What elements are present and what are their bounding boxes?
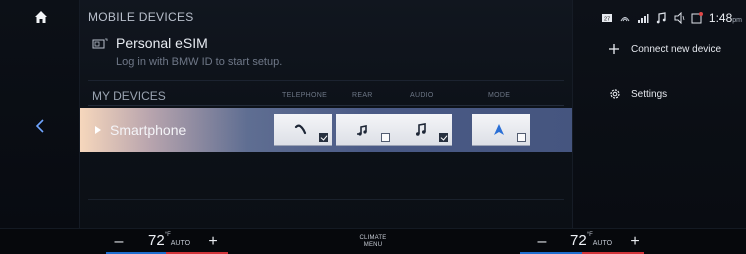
column-header-telephone: TELEPHONE (282, 92, 328, 99)
status-bar: 27 1:48pm (601, 10, 742, 26)
column-header-audio: AUDIO (410, 92, 434, 99)
speaker-icon (674, 12, 685, 24)
climate-bar: – 72°FAUTO + CLIMATE MENU – 72°FAUTO + (0, 228, 746, 254)
left-rail (0, 0, 80, 228)
divider (88, 105, 564, 106)
rear-toggle-button[interactable] (336, 114, 394, 146)
divider (88, 199, 564, 200)
music-note-icon (656, 12, 666, 24)
rear-audio-icon (357, 125, 367, 136)
right-temp-increase-button[interactable]: + (628, 233, 642, 251)
connect-new-device-label: Connect new device (631, 44, 722, 55)
left-temp-display[interactable]: 72°FAUTO (148, 232, 190, 249)
notification-icon[interactable] (691, 12, 703, 24)
mobile-devices-panel: MOBILE DEVICES Personal eSIM Log in with… (80, 0, 572, 228)
page-title: MOBILE DEVICES (88, 10, 194, 24)
divider (88, 80, 564, 81)
music-note-icon (416, 123, 426, 136)
plus-icon (609, 44, 619, 54)
home-icon[interactable] (34, 10, 48, 24)
messages-icon[interactable]: 27 (601, 12, 613, 24)
mode-checkbox[interactable] (517, 133, 526, 142)
chevron-left-icon[interactable] (34, 118, 46, 134)
left-temp-increase-button[interactable]: + (206, 233, 220, 251)
svg-text:27: 27 (604, 16, 610, 22)
play-icon (95, 126, 101, 134)
rear-checkbox[interactable] (381, 133, 390, 142)
right-panel: 27 1:48pm Connect new device Settings (572, 0, 746, 228)
column-header-rear: REAR (352, 92, 373, 99)
my-devices-heading: MY DEVICES (92, 89, 166, 103)
audio-checkbox[interactable] (439, 133, 448, 142)
device-name: Smartphone (110, 122, 187, 138)
signal-icon (637, 14, 649, 23)
climate-menu-button[interactable]: CLIMATE MENU (345, 235, 401, 249)
settings-label: Settings (631, 89, 668, 100)
right-temp-display[interactable]: 72°FAUTO (570, 232, 612, 249)
clock: 1:48pm (708, 11, 742, 25)
esim-subtitle: Log in with BMW ID to start setup. (116, 56, 283, 68)
device-row-smartphone[interactable]: Smartphone (80, 108, 572, 152)
telephone-checkbox[interactable] (319, 133, 328, 142)
audio-toggle-button[interactable] (394, 114, 452, 146)
esim-title: Personal eSIM (116, 35, 208, 51)
esim-card-icon (92, 38, 108, 49)
phone-icon (294, 124, 307, 135)
navigation-arrow-icon (494, 124, 504, 135)
left-temp-decrease-button[interactable]: – (112, 233, 126, 251)
telephone-toggle-button[interactable] (274, 114, 332, 146)
right-temp-decrease-button[interactable]: – (535, 233, 549, 251)
column-header-mode: MODE (488, 92, 511, 99)
wifi-calling-icon (620, 17, 630, 22)
mode-toggle-button[interactable] (472, 114, 530, 146)
gear-icon (610, 89, 620, 99)
